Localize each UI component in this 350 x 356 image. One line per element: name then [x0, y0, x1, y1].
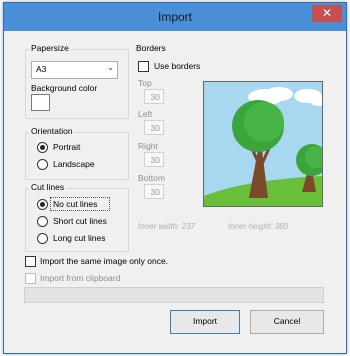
- top-border-input[interactable]: 30: [144, 89, 164, 104]
- no-cut-lines-label[interactable]: No cut lines: [53, 199, 97, 209]
- long-cut-lines-label[interactable]: Long cut lines: [53, 233, 105, 243]
- right-border-input[interactable]: 30: [144, 152, 164, 167]
- cancel-button[interactable]: Cancel: [250, 310, 324, 334]
- borders-group-label: Borders: [134, 43, 168, 53]
- short-cut-lines-label[interactable]: Short cut lines: [53, 216, 107, 226]
- window-title: Import: [157, 10, 192, 24]
- orientation-group: [25, 132, 129, 180]
- no-cut-lines-radio[interactable]: [37, 199, 48, 210]
- bottom-border-label: Bottom: [138, 173, 165, 183]
- portrait-radio[interactable]: [37, 142, 48, 153]
- from-clipboard-label: Import from clipboard: [40, 273, 121, 283]
- use-borders-label[interactable]: Use borders: [154, 61, 200, 71]
- same-image-once-label[interactable]: Import the same image only once.: [40, 256, 168, 266]
- import-button[interactable]: Import: [170, 310, 240, 334]
- background-color-label: Background color: [31, 83, 98, 93]
- short-cut-lines-radio[interactable]: [37, 216, 48, 227]
- use-borders-checkbox[interactable]: [138, 61, 149, 72]
- papersize-selected-value: A3: [36, 64, 47, 74]
- papersize-select[interactable]: A3 ⌄: [31, 61, 118, 79]
- right-border-label: Right: [138, 141, 158, 151]
- close-icon[interactable]: ✕: [312, 5, 342, 22]
- cutlines-group-label: Cut lines: [29, 182, 67, 192]
- preview-landscape-image: [204, 82, 322, 206]
- same-image-once-checkbox[interactable]: [25, 256, 36, 267]
- bottom-border-input[interactable]: 30: [144, 184, 164, 199]
- portrait-label[interactable]: Portrait: [53, 142, 80, 152]
- title-bar[interactable]: Import ✕: [4, 3, 346, 31]
- landscape-radio[interactable]: [37, 159, 48, 170]
- background-color-swatch[interactable]: [31, 94, 50, 111]
- left-border-input[interactable]: 30: [144, 120, 164, 135]
- orientation-group-label: Orientation: [29, 126, 75, 136]
- chevron-down-icon: ⌄: [107, 63, 114, 72]
- page-preview: [203, 81, 323, 207]
- papersize-group-label: Papersize: [29, 43, 71, 53]
- clipboard-path-field[interactable]: [24, 287, 324, 303]
- import-dialog: Import ✕ Papersize A3 ⌄ Background color…: [3, 2, 347, 354]
- top-border-label: Top: [138, 78, 152, 88]
- inner-width-readout: Inner width: 237: [138, 222, 195, 231]
- long-cut-lines-radio[interactable]: [37, 233, 48, 244]
- from-clipboard-checkbox[interactable]: [25, 273, 36, 284]
- left-border-label: Left: [138, 109, 153, 119]
- landscape-label[interactable]: Landscape: [53, 159, 95, 169]
- inner-height-readout: Inner height: 360: [228, 222, 289, 231]
